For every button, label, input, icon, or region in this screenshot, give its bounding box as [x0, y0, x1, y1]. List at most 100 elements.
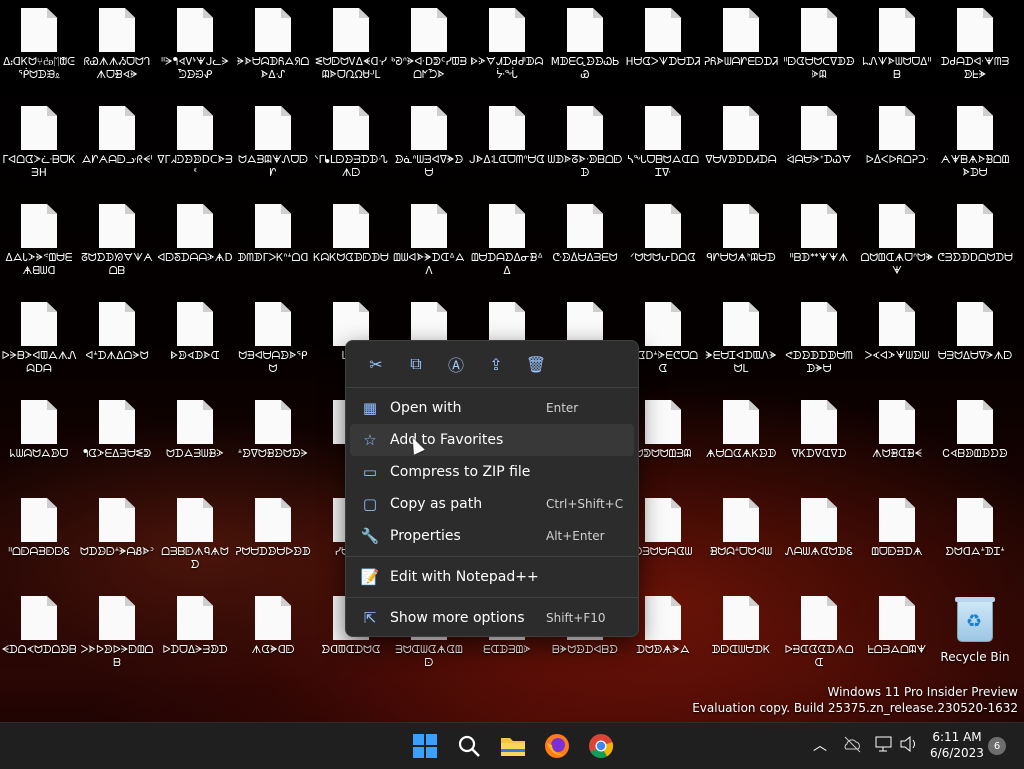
- notification-badge[interactable]: 6: [988, 737, 1006, 755]
- desktop-file[interactable]: ᐊᗠᘕᗪᗩᗩᗈᗗᗞ: [156, 196, 234, 292]
- file-explorer-button[interactable]: [498, 731, 528, 761]
- desktop-file[interactable]: ᐟᗢᗢᗢᕂᗞᗝᗧ: [624, 196, 702, 292]
- desktop-file[interactable]: ᐈᗥᗏᗬᗍᗭ: [156, 294, 234, 390]
- desktop-file[interactable]: ᐈᗈᗊᗂᗪᑯᒇᗫᗣᔼᖔ: [468, 0, 546, 96]
- delete-button[interactable]: 🗑: [516, 348, 556, 380]
- desktop-file[interactable]: ᗮᗦᐁᗢᗽᗦᗢᗦᗔ: [234, 392, 312, 488]
- desktop-file[interactable]: ᗢᗲᐊᗨᗩᗦᗎᕿᗢ: [234, 294, 312, 390]
- desktop-file[interactable]: HᗨᗧᐳᗐᗪᗨᗪᏘ: [624, 0, 702, 96]
- desktop-file[interactable]: ᐁᏦᗪᐁᗭᐁᗪ: [780, 392, 858, 488]
- desktop-file[interactable]: ᐃ᎓ᗡᏦᗢ⑂ᦺᦈᛖᙧᕮᖀᗢᗬᙑᦸ: [0, 0, 78, 96]
- desktop-file[interactable]: ᗋᗁᗅᗩᗟᓣᖇᗕᑊ: [78, 98, 156, 194]
- desktop-file[interactable]: ᘔᗢᗤᗬᘞᗊᗐᗅᗝᗹ: [78, 196, 156, 292]
- desktop-file[interactable]: ᕈᏲᗎᗯᗩᗁᗴᗠᗪᏘ: [702, 0, 780, 96]
- desktop-file[interactable]: ᕉᗢᗨᗪᗦᗨᐅᗦᗫ: [234, 490, 312, 586]
- desktop-file[interactable]: ᗦᓈᐢᗯᗳᐊᐁᗙᗦᗨ: [390, 98, 468, 194]
- desktop-file[interactable]: ᗕᗪᗝᗉᗢᗪᗝᗦᗷ: [0, 588, 78, 684]
- menu-item-properties[interactable]: 🔧 Properties Alt+Enter: [350, 520, 634, 552]
- desktop-file[interactable]: ᓬᗢᗟᗢᏙᐃᗛᗡᓺᗼᗎᗜᘩᘯᏌᒢᒪ: [312, 0, 390, 96]
- desktop-file[interactable]: ᐅᐂᐸᐅᏲᗝᕉᑐᐧ: [858, 98, 936, 194]
- desktop-file[interactable]: ᗫᗟᗭᗯᗨᗪᏦ: [702, 588, 780, 684]
- clock-button[interactable]: 6:11 AM 6/6/2023: [926, 729, 988, 761]
- desktop-file[interactable]: ᖶᗝᗳᗋᗝᗼᗖ: [858, 588, 936, 684]
- desktop-file[interactable]: ᐠᒥᖲᒪᗠᗦᗳᗪᗬᔗᗑᗠ: [312, 98, 390, 194]
- menu-item-label: Open with: [390, 400, 462, 416]
- desktop-file[interactable]: ᗢᗋᗲᗼᗖᏁᗜᗠᗁ: [234, 98, 312, 194]
- desktop-file[interactable]: ᖇᏯᗑᗑᏱᗜᗢᒉᗑᗜᙩᗏᗓ: [78, 0, 156, 96]
- desktop-file[interactable]: ᗫᗰᗫᒥᐳᏦᐢᗮᗝᗡ: [234, 196, 312, 292]
- desktop-file[interactable]: ᐅᗪᗜᐃᗒᗳᗥᗪ: [156, 588, 234, 684]
- notepad-icon: 📝: [360, 568, 380, 586]
- desktop-file[interactable]: ᐦᗝᗟᗩᗲᗟᗠᏋ: [0, 490, 78, 586]
- desktop-file[interactable]: ᕙᗬᗦᗫᗪᗫᗨᗰᗬᗘᗨ: [780, 294, 858, 390]
- recycle-bin-shortcut[interactable]: ♻ Recycle Bin: [936, 596, 1014, 666]
- desktop-file[interactable]: ᗶᗨᗪᗩᗤᐃᓂᗽᐞᐃ: [468, 196, 546, 292]
- desktop-file[interactable]: ᒃᘑᐢᗓᐚᗞᕲᑦᓯᗵᗲᗝᖼᘪᗍ: [390, 0, 468, 96]
- desktop-file[interactable]: ᕦᗱᗤᗫᗞᗝᗢᗪᗨ: [936, 196, 1014, 292]
- desktop-file[interactable]: ᐅᗒᗷᗆᐊᗵᗋᗑᏁᗣᗞᗩ: [0, 294, 78, 390]
- desktop-file[interactable]: ᗑᗧᗙᗡᗟ: [234, 588, 312, 684]
- menu-item-compress-zip[interactable]: ▭ Compress to ZIP file: [350, 456, 634, 488]
- search-button[interactable]: [454, 731, 484, 761]
- desktop-file[interactable]: ᑫᗁᗨᗢᗗᑋᗼᗨᗬ: [702, 196, 780, 292]
- menu-item-edit-notepad[interactable]: 📝 Edit with Notepad++: [350, 561, 634, 593]
- desktop-file[interactable]: ᐳᗉᐊᗆᗖᗯᗦᗯ: [858, 294, 936, 390]
- desktop-file[interactable]: ᗯᗫᗎᘔᗍᐧᗥᗹᗝᗟᗬ: [546, 98, 624, 194]
- desktop-file[interactable]: ᖳᗧᗆᗴᐃᗳᗨᓬᕲ: [78, 392, 156, 488]
- menu-item-add-to-favorites[interactable]: ☆ Add to Favorites: [350, 424, 634, 456]
- desktop-file[interactable]: ᐦᗠᗧᗨᗢᑕᐁᗫᗦᗇᗼ: [780, 0, 858, 96]
- network-tray-button[interactable]: [842, 735, 862, 757]
- desktop-file[interactable]: ᗝᗢᗶᗭᗗᗜᐢᗢᗙᗖ: [858, 196, 936, 292]
- desktop-file[interactable]: ᗗᗨᗝᗧᗗᏦᗦᗫ: [702, 392, 780, 488]
- desktop-file[interactable]: ᗶᗯᐊᗍᗘᗪᗭᐞᗋᐱ: [390, 196, 468, 292]
- volume-button[interactable]: [899, 735, 919, 757]
- cut-button[interactable]: ✂: [356, 348, 396, 380]
- desktop-file[interactable]: ᐊᗮᗪᗑᐃᗝᗔᗢ: [78, 294, 156, 390]
- desktop-file[interactable]: ᕩᗦᐂᗨᐃᗱᗴᗢ: [546, 196, 624, 292]
- chrome-button[interactable]: [586, 731, 616, 761]
- start-button[interactable]: [410, 731, 440, 761]
- desktop-file[interactable]: ᗑᗢᗾᗭᗽᗕ: [858, 392, 936, 488]
- desktop-file[interactable]: ᏦᗣᏦᗢᗧᗬᗟᗫᗨ: [312, 196, 390, 292]
- desktop-file[interactable]: ᗢᗪᗦᗠᗮᗘᗩᏰᗍᐣ: [78, 490, 156, 586]
- desktop-file[interactable]: ᐁᗨᏙᗥᗪᗞᏗᗪᗩ: [702, 98, 780, 194]
- desktop-file[interactable]: ᖾᗯᗣᗢᗋᗥᗜ: [0, 392, 78, 488]
- desktop-file[interactable]: Ꮯᗏᗷᗥᗶᗬᗤᗦ: [936, 392, 1014, 488]
- share-button[interactable]: ⇪: [476, 348, 516, 380]
- desktop-file[interactable]: ᗚᗴᗨᏆᐊᗪᗵᏁᗘᗢᒪ: [702, 294, 780, 390]
- menu-item-show-more-options[interactable]: ⇱ Show more options Shift+F10: [350, 602, 634, 634]
- file-icon: [801, 302, 837, 346]
- desktop-file[interactable]: ᗝᗱᗹᗟᗑᏄᗗᗢᗤ: [156, 490, 234, 586]
- desktop-file[interactable]: ᗶᗜᗟᗲᗪᗗ: [858, 490, 936, 586]
- menu-item-open-with[interactable]: ▦ Open with Enter: [350, 392, 634, 424]
- desktop-file[interactable]: ᗽᗢᗣᗮᗜᗢᐊᗯ: [702, 490, 780, 586]
- desktop-file[interactable]: ᒦᐊᗝᗧᗆᓩᗷᗜᏦᗱH: [0, 98, 78, 194]
- network-button[interactable]: [874, 735, 894, 757]
- firefox-button[interactable]: [542, 731, 572, 761]
- desktop-file[interactable]: ᐛᗩᗨᗔᕀᗪᏇᗊ: [780, 98, 858, 194]
- desktop-file[interactable]: ᒍᗍᐃᒺᗭᗜᗰᐢᗨᗧ: [468, 98, 546, 194]
- desktop-file[interactable]: ᗪᑰᗩᗪᐚᗖᗰᗱᗥᖶᗘ: [936, 0, 1014, 96]
- desktop-file[interactable]: ᐦᗒᖳᗏᏙᔉᗖᒍᓚᗔᘫᗦᙌᕵ: [156, 0, 234, 96]
- desktop-file[interactable]: ᓵᖔᗜᗷᗢᗋᗭᗝᏆᐍ: [624, 98, 702, 194]
- file-icon: [957, 204, 993, 248]
- desktop-file[interactable]: ᐦᗷᗫᕯᗖᗖᗑ: [780, 196, 858, 292]
- desktop-file[interactable]: ᗢᗪᗋᗱᗯᗽᗈ: [156, 392, 234, 488]
- desktop-file[interactable]: MᗫᗴᏩᗦᗦᏇᏏᏯ: [546, 0, 624, 96]
- desktop-file[interactable]: ᐅᗲᗭᗧᗧᗪᗑᗝᗭ: [780, 588, 858, 684]
- desktop-file-label: ᗝᗱᗹᗟᗑᏄᗗᗢᗤ: [161, 546, 229, 571]
- desktop-file[interactable]: ᖺᏁᗐᗍᗯᗢᗜᐃᐦᗷ: [858, 0, 936, 96]
- file-icon: [645, 302, 681, 346]
- copy-button[interactable]: ⧉: [396, 348, 436, 380]
- show-hidden-icons-button[interactable]: ︿: [813, 735, 827, 755]
- desktop-file[interactable]: ᐳᗍᐅᗥᐅᗔᗟᗶᗝᗷ: [78, 588, 156, 684]
- desktop-file[interactable]: ᗤᗢᗡᗋᗮᗫᏆᗮ: [936, 490, 1014, 586]
- rename-button[interactable]: Ⓐ: [436, 348, 476, 380]
- menu-item-copy-as-path[interactable]: ▢ Copy as path Ctrl+Shift+C: [350, 488, 634, 520]
- desktop-file[interactable]: ᗨᗱᗢᐃᗨᐁᗔᗑᗠ: [936, 294, 1014, 390]
- desktop-file[interactable]: ᐃᗋᏓᗆᗓᕝᗶᗨᗴᗗᗺᗯᗡ: [0, 196, 78, 292]
- desktop-file[interactable]: ᗓᗍᗨᗣᗫᏲᗋᖆᗝᗍᐃᔙ: [234, 0, 312, 96]
- desktop-file[interactable]: ᏁᗩᗯᗗᗧᗢᗫᏋ: [780, 490, 858, 586]
- desktop-file[interactable]: ᐁᒥᖽᑓᗦᗥᗞᑕᗍᗱᓫ: [156, 98, 234, 194]
- desktop-file[interactable]: ᗅᗖᗸᗗᗌᗿᗝᗶᗍᗬᗨ: [936, 98, 1014, 194]
